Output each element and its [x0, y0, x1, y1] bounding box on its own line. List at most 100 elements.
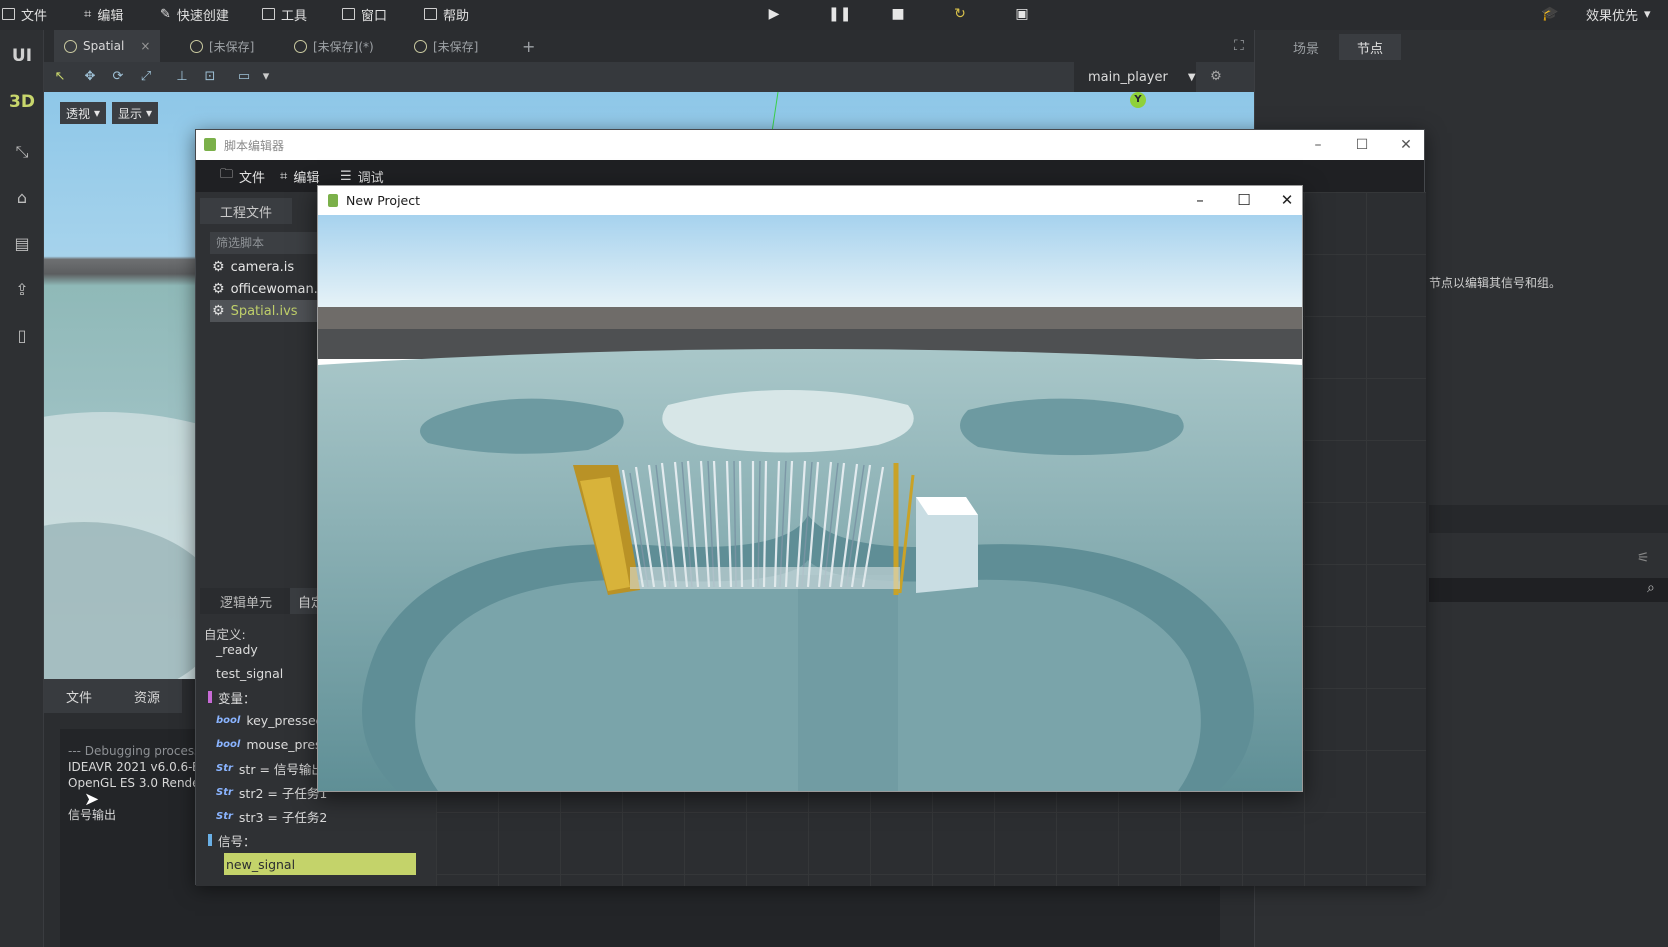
minimize-icon[interactable]: – [1306, 134, 1330, 156]
replay-icon[interactable]: ↻ [950, 4, 970, 24]
app-icon [328, 194, 338, 207]
script-editor-titlebar: 脚本编辑器 – ☐ ✕ [196, 130, 1424, 160]
ruler-icon[interactable]: ▭ [234, 67, 254, 87]
tab-label: [未保存](*) [313, 39, 374, 54]
search-icon[interactable]: ⌕ [1647, 580, 1655, 596]
tab-unsaved-1[interactable]: [未保存] [180, 30, 264, 62]
scene-icon [64, 39, 77, 53]
menu-tools[interactable]: 工具 [262, 3, 307, 25]
gear-icon: ⚙ [212, 281, 225, 297]
tab-spatial[interactable]: Spatial × [54, 30, 161, 62]
play-icon[interactable]: ▶ [764, 4, 784, 24]
display-label: 显示 [118, 106, 143, 121]
function-item[interactable]: test_signal [216, 662, 283, 684]
menu-help[interactable]: 帮助 [424, 3, 469, 25]
debug-icon: ☰ [340, 168, 352, 184]
rotate-tool-icon[interactable]: ⟳ [108, 67, 128, 87]
maximize-icon[interactable]: ☐ [1350, 134, 1374, 156]
ui-mode-button[interactable]: UI [6, 40, 38, 72]
move-tool-icon[interactable]: ✥ [80, 67, 100, 87]
tab-scene[interactable]: 场景 [1275, 34, 1337, 60]
mouse-cursor-icon: ➤ [84, 789, 100, 810]
game-window-title: New Project [346, 193, 421, 208]
crop-icon: ⌗ [84, 6, 92, 22]
chevron-down-icon: ▾ [1644, 6, 1651, 22]
local-space-icon[interactable]: ⊥ [172, 67, 192, 87]
export-icon[interactable]: ⇪ [6, 274, 38, 306]
se-menu-file[interactable]: 🗀 文件 [220, 166, 265, 186]
axis-gizmo-y[interactable]: Y [1130, 92, 1146, 108]
tab-unsaved-3[interactable]: [未保存] [404, 30, 488, 62]
chevron-down-icon: ▾ [146, 106, 153, 120]
menu-edit[interactable]: ⌗ 编辑 [84, 3, 123, 25]
signal-search-input[interactable] [1429, 578, 1668, 602]
file-name: camera.is [230, 259, 295, 275]
string-type-icon: Str [216, 786, 233, 798]
frame-icon [342, 8, 355, 20]
tab-files[interactable]: 文件 [44, 679, 115, 713]
variable-text: str3 = 子任务2 [238, 809, 328, 825]
graduation-cap-icon[interactable]: 🎓 [1540, 4, 1560, 24]
fullscreen-icon[interactable]: ⛶ [1224, 30, 1254, 62]
variables-label: 变量： [218, 690, 256, 706]
pause-icon[interactable]: ❚❚ [828, 4, 851, 24]
scale-tool-icon[interactable]: ⤢ [136, 67, 156, 87]
se-menu-debug[interactable]: ☰ 调试 [340, 166, 384, 186]
filter-sliders-icon[interactable]: ⚟ [1637, 550, 1650, 566]
path-icon[interactable]: ⤡ [6, 136, 38, 168]
game-window: New Project – ☐ ✕ [317, 185, 1303, 792]
stop-icon[interactable]: ■ [888, 4, 908, 24]
render-mode-select[interactable]: 效果优先 ▾ [1586, 3, 1651, 25]
se-menu-file-label: 文件 [239, 170, 266, 186]
close-icon[interactable]: ✕ [1273, 189, 1301, 211]
select-tool-icon[interactable]: ↖ [50, 67, 70, 87]
scene-icon [414, 39, 427, 53]
variable-item[interactable]: Str str2 = 子任务1 [216, 781, 327, 803]
se-menu-debug-label: 调试 [357, 170, 384, 186]
minimize-icon[interactable]: – [1186, 189, 1214, 211]
pencil-icon: ✎ [160, 6, 171, 22]
snap-icon[interactable]: ⊡ [200, 67, 220, 87]
chevron-down-icon[interactable]: ▾ [256, 67, 276, 87]
scene-icon [190, 39, 203, 53]
bool-type-icon: bool [216, 738, 241, 750]
variable-item[interactable]: Str str = 信号输出 [216, 757, 324, 779]
display-button[interactable]: 显示 ▾ [112, 102, 159, 124]
chevron-down-icon: ▼ [1187, 71, 1196, 83]
store-icon[interactable]: ⌂ [6, 182, 38, 214]
close-icon[interactable]: ✕ [1394, 134, 1418, 156]
game-render-view[interactable] [318, 215, 1302, 791]
function-item[interactable]: _ready [216, 638, 258, 660]
function-name: _ready [216, 641, 258, 657]
tab-resources[interactable]: 资源 [112, 679, 183, 713]
menu-window[interactable]: 窗口 [342, 3, 387, 25]
device-icon[interactable]: ▯ [6, 320, 38, 352]
variables-header: 变量： [208, 686, 256, 708]
3d-mode-button[interactable]: 3D [6, 86, 38, 118]
document-tabs: Spatial × [未保存] [未保存](*) [未保存] + ⛶ [44, 30, 1254, 62]
gear-icon[interactable]: ⚙ [1206, 67, 1226, 87]
se-menu-edit[interactable]: ⌗ 编辑 [280, 166, 319, 186]
add-tab-button[interactable]: + [512, 30, 545, 62]
maximize-icon[interactable]: ☐ [1230, 189, 1258, 211]
tab-node[interactable]: 节点 [1339, 34, 1402, 60]
tab-project-files[interactable]: 工程文件 [200, 198, 293, 224]
viewport-toolbar: ↖ ✥ ⟳ ⤢ ⊥ ⊡ ▭ ▾ main_player ▼ ⚙ [44, 62, 1254, 92]
tab-logic-units[interactable]: 逻辑单元 [200, 588, 293, 614]
signal-item-selected[interactable]: new_signal [224, 853, 416, 875]
close-icon[interactable]: × [140, 39, 150, 53]
menu-file[interactable]: 文件 [2, 3, 47, 25]
variables-marker [208, 691, 212, 703]
menu-quick-create[interactable]: ✎ 快速创建 [160, 3, 229, 25]
script-editor-title: 脚本编辑器 [224, 138, 285, 153]
scene-icon [294, 39, 307, 53]
player-select[interactable]: main_player ▼ [1074, 62, 1196, 92]
signals-marker [208, 834, 212, 846]
perspective-button[interactable]: 透视 ▾ [60, 102, 107, 124]
tab-unsaved-2[interactable]: [未保存](*) [284, 30, 384, 62]
signal-name: new_signal [226, 856, 296, 872]
se-menu-edit-label: 编辑 [293, 170, 320, 186]
variable-item[interactable]: Str str3 = 子任务2 [216, 805, 327, 827]
settings-card-icon[interactable]: ▤ [6, 228, 38, 260]
clapper-icon[interactable]: ▣ [1012, 4, 1032, 24]
